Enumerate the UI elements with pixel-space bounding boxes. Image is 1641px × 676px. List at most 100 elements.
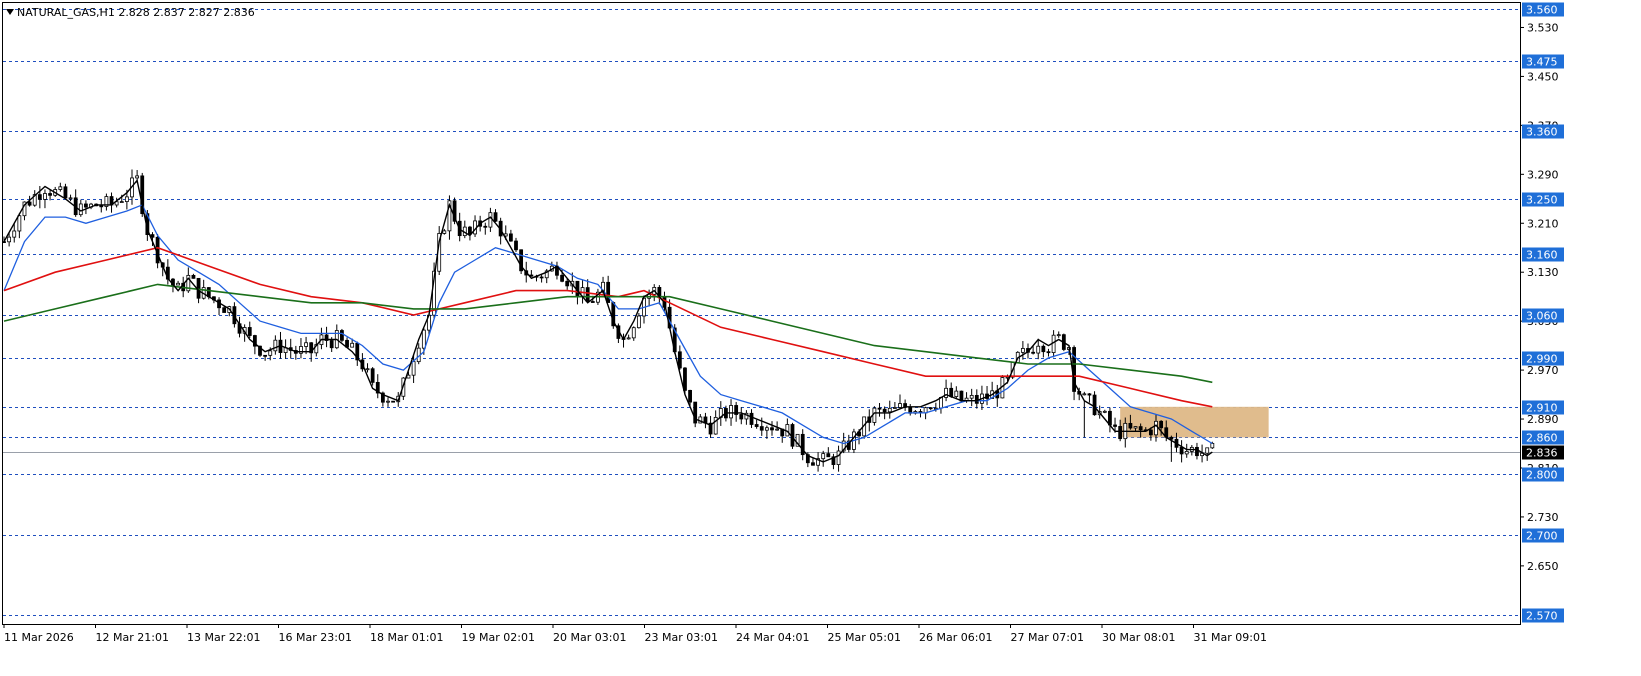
candle-body: [340, 330, 344, 341]
candle-body: [247, 327, 252, 336]
level-label: 3.475: [1526, 56, 1558, 69]
candle-body: [12, 230, 17, 238]
candle-body: [954, 390, 959, 397]
candle-body: [887, 407, 892, 413]
candle-body: [1036, 345, 1041, 354]
candle-body: [370, 368, 375, 383]
candle-body: [263, 354, 268, 357]
level-labels: 3.560 3.475 3.360 3.250 3.160 3.060 2.990 2.910…: [1522, 2, 1564, 623]
candle-body: [1087, 393, 1092, 396]
candle-body: [892, 407, 897, 409]
candle-body: [17, 215, 22, 232]
candle-body: [99, 205, 104, 208]
candle-body: [1020, 348, 1025, 353]
level-label: 3.160: [1526, 249, 1558, 262]
candle-body: [949, 387, 954, 397]
candle-body: [273, 339, 278, 352]
candle-body: [1046, 351, 1051, 354]
candle-body: [539, 276, 544, 279]
x-tick-label: 27 Mar 07:01: [1011, 631, 1084, 644]
candle-body: [739, 414, 744, 420]
candle-body: [514, 240, 518, 251]
level-label: 2.800: [1526, 469, 1558, 482]
x-tick-label: 13 Mar 22:01: [187, 631, 260, 644]
candle-body: [1005, 376, 1010, 379]
level-label: 2.990: [1526, 353, 1558, 366]
x-tick-label: 18 Mar 01:01: [370, 631, 443, 644]
level-label: 2.910: [1526, 402, 1558, 415]
candle-body: [1092, 394, 1097, 416]
candle-body: [974, 394, 979, 404]
candle-body: [268, 350, 273, 356]
candle-body: [1102, 410, 1107, 413]
candle-body: [1082, 393, 1087, 396]
y-tick-label: 3.450: [1527, 70, 1559, 83]
symbol-line: NATURAL_GAS,H1 2.828 2.837 2.827 2.836: [17, 6, 255, 19]
candle-body: [770, 427, 774, 431]
candle-body: [1118, 426, 1123, 440]
candle-body: [58, 186, 63, 190]
candle-body: [1184, 451, 1189, 455]
candle-body: [365, 368, 370, 371]
price-chart[interactable]: 3.5303.4503.3703.2903.2103.1303.0502.970…: [0, 0, 1641, 676]
candle-body: [43, 193, 47, 200]
candle-body: [585, 287, 590, 302]
candle-body: [1041, 345, 1046, 353]
candle-body: [959, 390, 964, 402]
candle-body: [119, 201, 124, 203]
x-tick-label: 12 Mar 21:01: [96, 631, 169, 644]
candle-body: [677, 351, 682, 369]
candle-body: [565, 280, 570, 287]
candle-body: [636, 315, 641, 329]
candle-body: [606, 281, 611, 303]
candle-body: [2, 241, 6, 244]
candle-body: [836, 450, 841, 465]
candle-body: [483, 225, 488, 228]
candle-body: [468, 226, 472, 235]
x-tick-label: 25 Mar 05:01: [828, 631, 901, 644]
candle-body: [872, 407, 877, 423]
candle-body: [928, 407, 933, 410]
x-tick-label: 23 Mar 03:01: [645, 631, 718, 644]
candle-body: [7, 236, 12, 243]
candle-body: [421, 329, 426, 349]
candle-body: [68, 197, 73, 200]
candle-body: [411, 361, 416, 376]
candle-body: [590, 301, 595, 303]
candle-body: [1179, 446, 1184, 455]
candle-body: [1159, 420, 1164, 429]
level-label: 2.570: [1526, 610, 1558, 623]
time-axis: 11 Mar 2026 12 Mar 21:01 13 Mar 22:01 16 Ma…: [3, 624, 1267, 644]
y-tick-label: 3.210: [1527, 217, 1559, 230]
dropdown-triangle-icon[interactable]: [6, 9, 14, 15]
candle-body: [1056, 334, 1061, 337]
candle-body: [729, 405, 733, 419]
candle-body: [898, 403, 902, 408]
x-tick-label: 11 Mar 2026: [4, 631, 74, 644]
x-tick-label: 26 Mar 06:01: [919, 631, 992, 644]
y-tick-label: 2.970: [1527, 364, 1559, 377]
candle-body: [560, 274, 564, 282]
y-tick-label: 2.890: [1527, 413, 1559, 426]
x-tick-label: 31 Mar 09:01: [1194, 631, 1267, 644]
candle-body: [1169, 436, 1174, 440]
candle-body: [759, 426, 764, 431]
level-label: 3.360: [1526, 126, 1558, 139]
level-label: 2.700: [1526, 530, 1558, 543]
level-label: 3.560: [1526, 4, 1558, 17]
candle-body: [27, 201, 32, 206]
candle-body: [877, 407, 882, 410]
candle-body: [821, 453, 826, 460]
candle-body: [1113, 424, 1117, 427]
candle-body: [688, 389, 692, 403]
candle-body: [37, 194, 42, 200]
candle-body: [442, 230, 447, 234]
candle-body: [882, 408, 887, 413]
candle-body: [683, 367, 687, 391]
level-label: 3.250: [1526, 194, 1558, 207]
y-tick-label: 3.290: [1527, 168, 1559, 181]
candle-body: [626, 337, 631, 340]
x-tick-label: 24 Mar 04:01: [736, 631, 809, 644]
chart-frame: [2, 2, 1521, 625]
candle-body: [826, 453, 831, 458]
